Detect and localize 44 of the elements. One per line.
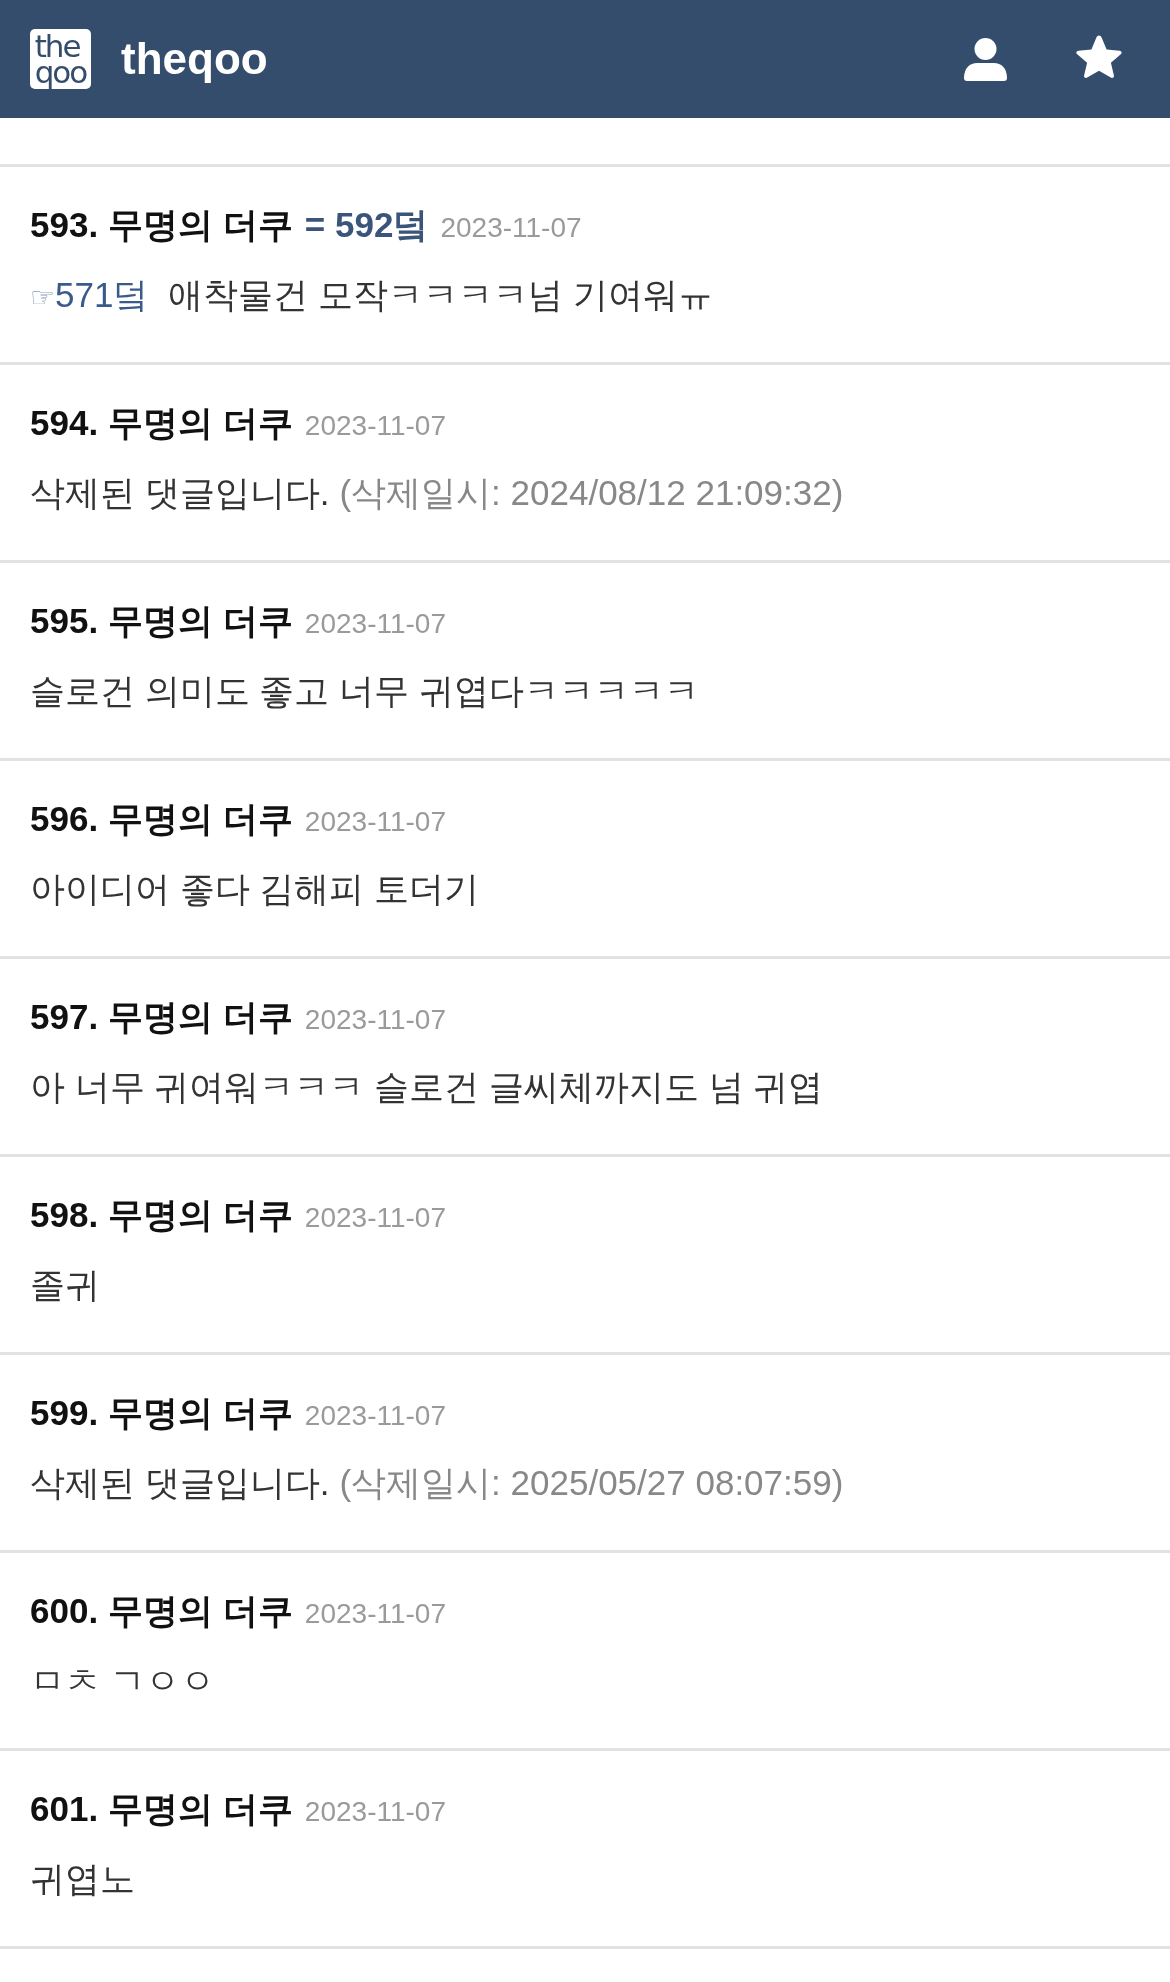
- site-title[interactable]: theqoo: [121, 37, 268, 81]
- comment-text: 졸귀: [30, 1267, 100, 1302]
- comment-number: 600.: [30, 1593, 99, 1628]
- user-icon[interactable]: [964, 37, 1007, 81]
- author-name: 무명의 더쿠: [108, 1791, 293, 1826]
- comment-number: 599.: [30, 1395, 99, 1430]
- comment-number: 594.: [30, 405, 99, 440]
- comment-number: 593.: [30, 207, 99, 242]
- author-name: 무명의 더쿠: [108, 603, 293, 638]
- pointing-hand-icon: ☞: [30, 284, 55, 312]
- comment-number: 596.: [30, 801, 99, 836]
- comment-date: 2023-11-07: [304, 1204, 446, 1232]
- comment-text: 아이디어 좋다 김해피 토더기: [30, 871, 480, 906]
- comment-number: 595.: [30, 603, 99, 638]
- comment-date: 2023-11-07: [304, 610, 446, 638]
- comment-text: ㅁㅊ ㄱㅇㅇ: [30, 1663, 215, 1698]
- comment-text: 슬로건 의미도 좋고 너무 귀엽다ㅋㅋㅋㅋㅋ: [30, 673, 699, 708]
- logo[interactable]: the qoo: [30, 29, 91, 89]
- deleted-time: (삭제일시: 2025/05/27 08:07:59): [339, 1465, 844, 1500]
- comment-date: 2023-11-07: [304, 412, 446, 440]
- comment-date: 2023-11-07: [304, 1600, 446, 1628]
- author-name: 무명의 더쿠: [108, 801, 293, 836]
- comment-date: 2023-11-07: [304, 808, 446, 836]
- comment-text: 삭제된 댓글입니다.: [30, 475, 330, 510]
- comment-text: 아 너무 귀여워ㅋㅋㅋ 슬로건 글씨체까지도 넘 귀엽: [30, 1069, 824, 1104]
- author-name: 무명의 더쿠: [108, 1395, 293, 1430]
- author-name: 무명의 더쿠: [108, 1197, 293, 1232]
- comment-text: 삭제된 댓글입니다.: [30, 1465, 330, 1500]
- comment-date: 2023-11-07: [304, 1006, 446, 1034]
- comment-text: 애착물건 모작ㅋㅋㅋㅋ넘 기여워ㅠ: [168, 277, 713, 312]
- author-name: 무명의 더쿠: [108, 207, 293, 242]
- author-name: 무명의 더쿠: [108, 1593, 293, 1628]
- comment-date: 2023-11-07: [304, 1798, 446, 1826]
- comment-number: 601.: [30, 1791, 99, 1826]
- deleted-time: (삭제일시: 2024/08/12 21:09:32): [339, 475, 844, 510]
- comment-date: 2023-11-07: [304, 1402, 446, 1430]
- quote-link[interactable]: 571덬: [55, 277, 149, 312]
- comment-number: 598.: [30, 1197, 99, 1232]
- reply-link[interactable]: = 592덬: [304, 207, 429, 242]
- comment-text: 귀엽노: [30, 1861, 135, 1896]
- author-name: 무명의 더쿠: [108, 405, 293, 440]
- comment-date: 2023-11-07: [440, 214, 582, 242]
- comment-number: 597.: [30, 999, 99, 1034]
- author-name: 무명의 더쿠: [108, 999, 293, 1034]
